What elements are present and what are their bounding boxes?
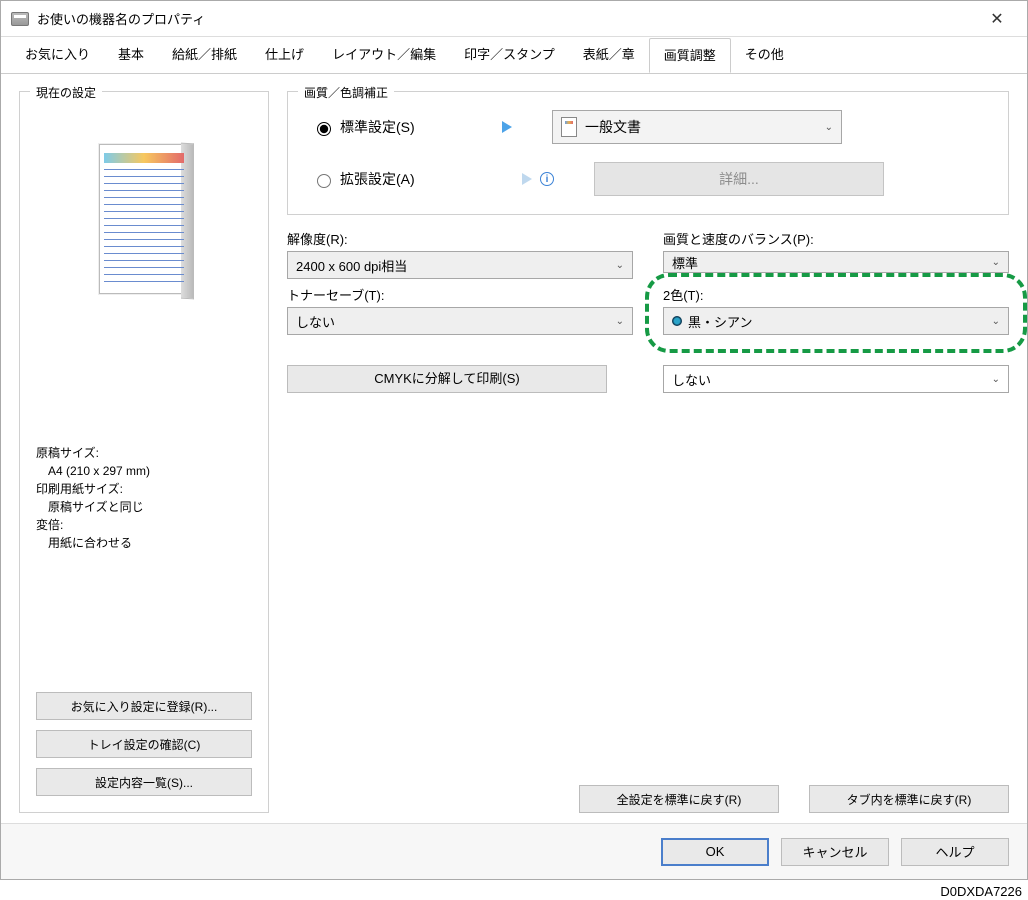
cmyk-button[interactable]: CMYKに分解して印刷(S) — [287, 365, 607, 393]
details-button: 詳細... — [594, 162, 884, 196]
side-buttons: お気に入り設定に登録(R)... トレイ設定の確認(C) 設定内容一覧(S)..… — [36, 692, 252, 796]
orig-size-value: A4 (210 x 297 mm) — [48, 462, 252, 480]
reset-buttons-row: 全設定を標準に戻す(R) タブ内を標準に戻す(R) — [287, 785, 1009, 813]
chevron-down-icon: ⌄ — [825, 122, 833, 133]
tab-quality[interactable]: 画質調整 — [649, 38, 731, 73]
cancel-button[interactable]: キャンセル — [781, 838, 889, 866]
window-title: お使いの機器名のプロパティ — [37, 9, 977, 28]
right-panel: 画質／色調補正 標準設定(S) 一般文書 ⌄ — [287, 91, 1009, 813]
extended-row: 拡張設定(A) i 詳細... — [312, 162, 984, 196]
tab-basic[interactable]: 基本 — [104, 38, 158, 73]
resolution-select[interactable]: 2400 x 600 dpi相当 ⌄ — [287, 251, 633, 279]
balance-value: 標準 — [672, 253, 992, 272]
current-settings-group: 現在の設定 原稿サイズ: A4 (210 x 297 mm) 印刷用紙サイズ: … — [19, 91, 269, 813]
document-type-icon — [561, 117, 577, 137]
resolution-value: 2400 x 600 dpi相当 — [296, 256, 616, 275]
twocolor-value: 黒・シアン — [688, 312, 992, 331]
quality-correction-group: 画質／色調補正 標準設定(S) 一般文書 ⌄ — [287, 91, 1009, 215]
thumbnail-lines-icon — [104, 169, 184, 287]
settings-summary: 原稿サイズ: A4 (210 x 297 mm) 印刷用紙サイズ: 原稿サイズと… — [36, 444, 252, 552]
quality-correction-label: 画質／色調補正 — [298, 84, 394, 101]
page-preview-thumbnail — [99, 144, 189, 294]
resolution-label: 解像度(R): — [287, 229, 633, 248]
tab-stamp[interactable]: 印字／スタンプ — [450, 38, 569, 73]
toner-value: しない — [296, 312, 616, 331]
tray-settings-button[interactable]: トレイ設定の確認(C) — [36, 730, 252, 758]
properties-dialog: お使いの機器名のプロパティ ✕ お気に入り 基本 給紙／排紙 仕上げ レイアウト… — [0, 0, 1028, 880]
chevron-down-icon: ⌄ — [992, 374, 1000, 385]
settings-list-button[interactable]: 設定内容一覧(S)... — [36, 768, 252, 796]
thumbnail-header-icon — [104, 153, 184, 163]
extended-radio-input[interactable] — [317, 174, 331, 188]
tab-favorites[interactable]: お気に入り — [11, 38, 104, 73]
toner-select[interactable]: しない ⌄ — [287, 307, 633, 335]
cmyk-option-select[interactable]: しない ⌄ — [663, 365, 1009, 393]
ok-button[interactable]: OK — [661, 838, 769, 866]
register-favorite-button[interactable]: お気に入り設定に登録(R)... — [36, 692, 252, 720]
chevron-down-icon: ⌄ — [992, 257, 1000, 268]
standard-row: 標準設定(S) 一般文書 ⌄ — [312, 110, 984, 144]
printer-icon — [11, 12, 29, 26]
help-button[interactable]: ヘルプ — [901, 838, 1009, 866]
toner-label: トナーセーブ(T): — [287, 285, 633, 304]
zoom-value: 用紙に合わせる — [48, 534, 252, 552]
balance-label: 画質と速度のバランス(P): — [663, 229, 1009, 248]
print-size-value: 原稿サイズと同じ — [48, 498, 252, 516]
info-icon: i — [540, 172, 554, 186]
standard-radio[interactable]: 標準設定(S) — [312, 117, 442, 137]
zoom-label: 変倍: — [36, 516, 252, 534]
extended-radio-label: 拡張設定(A) — [340, 169, 415, 189]
tab-layout[interactable]: レイアウト／編集 — [318, 38, 450, 73]
titlebar: お使いの機器名のプロパティ ✕ — [1, 1, 1027, 37]
close-button[interactable]: ✕ — [977, 5, 1017, 33]
print-size-label: 印刷用紙サイズ: — [36, 480, 252, 498]
current-settings-label: 現在の設定 — [30, 84, 102, 101]
reset-tab-button[interactable]: タブ内を標準に戻す(R) — [809, 785, 1009, 813]
reset-all-button[interactable]: 全設定を標準に戻す(R) — [579, 785, 779, 813]
triangle-indicator-icon — [502, 121, 512, 133]
extended-radio[interactable]: 拡張設定(A) — [312, 169, 442, 189]
standard-radio-input[interactable] — [317, 122, 331, 136]
tab-finish[interactable]: 仕上げ — [251, 38, 318, 73]
balance-select[interactable]: 標準 ⌄ — [663, 251, 1009, 273]
standard-radio-label: 標準設定(S) — [340, 117, 415, 137]
tab-other[interactable]: その他 — [731, 38, 798, 73]
dialog-footer: OK キャンセル ヘルプ — [1, 823, 1027, 879]
tab-paper[interactable]: 給紙／排紙 — [158, 38, 251, 73]
document-id: D0DXDA7226 — [0, 884, 1022, 899]
chevron-down-icon: ⌄ — [616, 260, 624, 271]
left-panel: 現在の設定 原稿サイズ: A4 (210 x 297 mm) 印刷用紙サイズ: … — [19, 91, 269, 813]
tab-bar: お気に入り 基本 給紙／排紙 仕上げ レイアウト／編集 印字／スタンプ 表紙／章… — [1, 38, 1027, 74]
twocolor-select[interactable]: 黒・シアン ⌄ — [663, 307, 1009, 335]
orig-size-label: 原稿サイズ: — [36, 444, 252, 462]
chevron-down-icon: ⌄ — [992, 316, 1000, 327]
doctype-value: 一般文書 — [585, 117, 817, 137]
dialog-body: 現在の設定 原稿サイズ: A4 (210 x 297 mm) 印刷用紙サイズ: … — [1, 73, 1027, 823]
color-swatch-icon — [672, 316, 682, 326]
cmyk-option-value: しない — [672, 370, 992, 389]
twocolor-label: 2色(T): — [663, 285, 1009, 304]
tab-cover[interactable]: 表紙／章 — [569, 38, 649, 73]
settings-grid: 解像度(R): 2400 x 600 dpi相当 ⌄ 画質と速度のバランス(P)… — [287, 229, 1009, 393]
doctype-select[interactable]: 一般文書 ⌄ — [552, 110, 842, 144]
chevron-down-icon: ⌄ — [616, 316, 624, 327]
triangle-indicator-muted-icon — [522, 173, 532, 185]
